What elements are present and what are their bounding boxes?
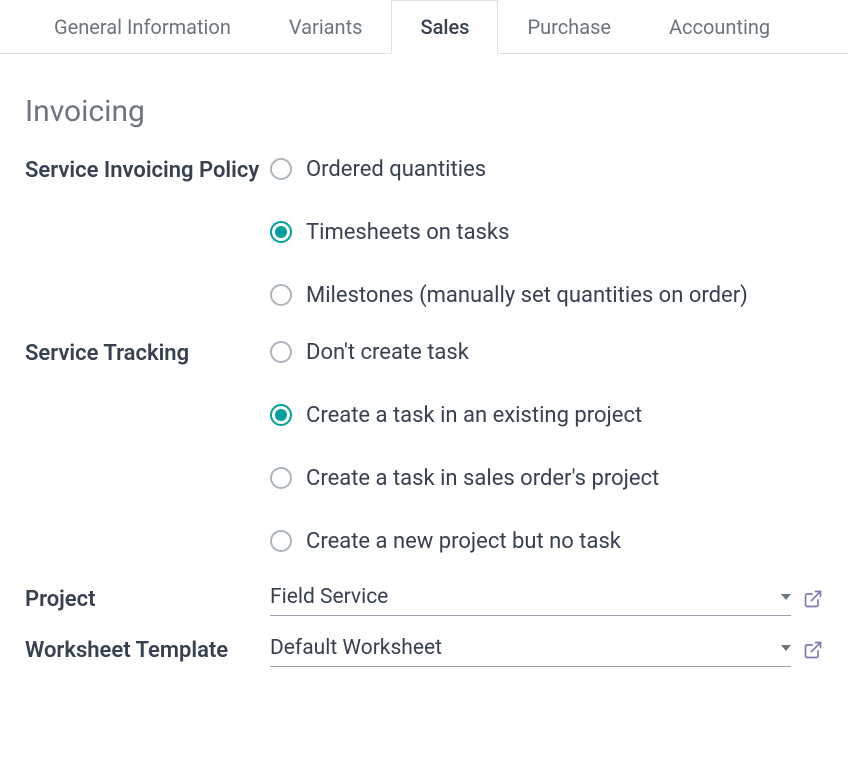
radio-circle-icon xyxy=(270,530,292,552)
label-invoicing-policy: Service Invoicing Policy xyxy=(25,153,270,188)
radio-milestones[interactable]: Milestones (manually set quantities on o… xyxy=(270,279,823,312)
project-external-link[interactable] xyxy=(803,589,823,609)
row-worksheet-template: Worksheet Template Default Worksheet xyxy=(25,633,823,668)
radio-circle-icon xyxy=(270,158,292,180)
radio-circle-checked-icon xyxy=(270,221,292,243)
radio-circle-icon xyxy=(270,341,292,363)
external-link-icon xyxy=(803,589,823,609)
caret-down-icon xyxy=(781,594,791,600)
radio-create-new-project-no-task[interactable]: Create a new project but no task xyxy=(270,525,823,558)
radio-label-new-project: Create a new project but no task xyxy=(306,525,621,558)
tab-purchase[interactable]: Purchase xyxy=(498,0,640,53)
label-project: Project xyxy=(25,582,270,617)
radio-label-ordered: Ordered quantities xyxy=(306,153,486,186)
radio-group-service-tracking: Don't create task Create a task in an ex… xyxy=(270,336,823,558)
caret-down-icon xyxy=(781,645,791,651)
radio-label-so-project: Create a task in sales order's project xyxy=(306,462,659,495)
row-invoicing-policy: Service Invoicing Policy Ordered quantit… xyxy=(25,153,823,312)
tab-variants[interactable]: Variants xyxy=(260,0,392,53)
tab-accounting[interactable]: Accounting xyxy=(640,0,799,53)
radio-circle-icon xyxy=(270,284,292,306)
worksheet-external-link[interactable] xyxy=(803,640,823,660)
radio-timesheets-on-tasks[interactable]: Timesheets on tasks xyxy=(270,216,823,249)
radio-label-timesheets: Timesheets on tasks xyxy=(306,216,509,249)
radio-create-task-so-project[interactable]: Create a task in sales order's project xyxy=(270,462,823,495)
tab-general-information[interactable]: General Information xyxy=(25,0,260,53)
radio-label-milestones: Milestones (manually set quantities on o… xyxy=(306,279,748,312)
worksheet-template-select[interactable]: Default Worksheet xyxy=(270,633,791,667)
radio-label-existing: Create a task in an existing project xyxy=(306,399,642,432)
worksheet-select-value: Default Worksheet xyxy=(270,636,442,660)
radio-dont-create-task[interactable]: Don't create task xyxy=(270,336,823,369)
sales-tab-content: Invoicing Service Invoicing Policy Order… xyxy=(0,54,848,694)
radio-circle-icon xyxy=(270,467,292,489)
label-worksheet-template: Worksheet Template xyxy=(25,633,270,668)
label-service-tracking: Service Tracking xyxy=(25,336,270,371)
tab-sales[interactable]: Sales xyxy=(391,0,498,54)
radio-ordered-quantities[interactable]: Ordered quantities xyxy=(270,153,823,186)
project-select[interactable]: Field Service xyxy=(270,582,791,616)
radio-circle-checked-icon xyxy=(270,404,292,426)
radio-group-invoicing-policy: Ordered quantities Timesheets on tasks M… xyxy=(270,153,823,312)
radio-label-none: Don't create task xyxy=(306,336,469,369)
external-link-icon xyxy=(803,640,823,660)
tab-bar: General Information Variants Sales Purch… xyxy=(0,0,848,54)
row-service-tracking: Service Tracking Don't create task Creat… xyxy=(25,336,823,558)
section-title-invoicing: Invoicing xyxy=(25,94,823,129)
row-project: Project Field Service xyxy=(25,582,823,617)
radio-create-task-existing-project[interactable]: Create a task in an existing project xyxy=(270,399,823,432)
project-select-value: Field Service xyxy=(270,585,388,609)
